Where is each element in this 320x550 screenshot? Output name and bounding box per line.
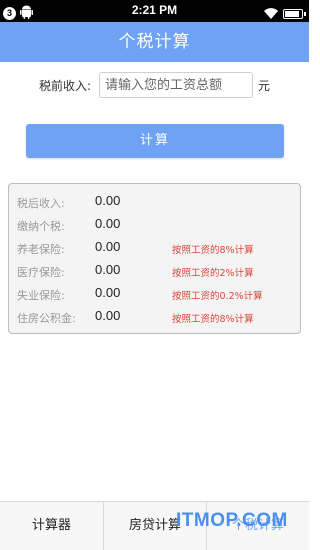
status-right bbox=[264, 4, 306, 23]
result-value: 0.00 bbox=[95, 308, 121, 323]
unit-label: 元 bbox=[258, 79, 271, 93]
wifi-icon bbox=[264, 4, 278, 23]
result-note: 按照工资的0.2%计算 bbox=[172, 291, 263, 302]
result-value: 0.00 bbox=[95, 193, 121, 208]
result-note: 按照工资的8%计算 bbox=[172, 314, 254, 325]
result-label: 医疗保险: bbox=[17, 266, 65, 279]
result-note: 按照工资的2%计算 bbox=[172, 268, 254, 279]
salary-input[interactable] bbox=[99, 72, 253, 98]
result-label: 税后收入: bbox=[17, 197, 65, 210]
result-value: 0.00 bbox=[95, 285, 121, 300]
result-row-income-tax: 缴纳个税: 0.00 bbox=[9, 215, 300, 235]
tab-calculator[interactable]: 计算器 bbox=[0, 502, 103, 550]
calculate-button[interactable]: 计算 bbox=[26, 124, 284, 158]
result-note: 按照工资的8%计算 bbox=[172, 245, 254, 256]
salary-label: 税前收入: bbox=[39, 79, 92, 93]
watermark: ITMOP.COM bbox=[176, 510, 288, 531]
result-label: 失业保险: bbox=[17, 289, 65, 302]
result-value: 0.00 bbox=[95, 216, 121, 231]
page-title: 个税计算 bbox=[0, 22, 309, 62]
result-panel: 税后收入: 0.00 缴纳个税: 0.00 养老保险: 0.00 按照工资的8%… bbox=[8, 183, 301, 334]
result-row-after-tax: 税后收入: 0.00 bbox=[9, 192, 300, 212]
status-bar: 3 2:21 PM bbox=[0, 0, 309, 22]
battery-icon bbox=[283, 8, 306, 19]
salary-input-row: 税前收入: 元 bbox=[0, 72, 309, 98]
result-label: 住房公积金: bbox=[17, 312, 76, 325]
result-value: 0.00 bbox=[95, 262, 121, 277]
result-label: 养老保险: bbox=[17, 243, 65, 256]
status-time: 2:21 PM bbox=[131, 3, 178, 17]
result-row-housing-fund: 住房公积金: 0.00 按照工资的8%计算 bbox=[9, 307, 300, 327]
result-label: 缴纳个税: bbox=[17, 220, 65, 233]
result-row-unemployment: 失业保险: 0.00 按照工资的0.2%计算 bbox=[9, 284, 300, 304]
result-value: 0.00 bbox=[95, 239, 121, 254]
result-row-pension: 养老保险: 0.00 按照工资的8%计算 bbox=[9, 238, 300, 258]
result-row-medical: 医疗保险: 0.00 按照工资的2%计算 bbox=[9, 261, 300, 281]
